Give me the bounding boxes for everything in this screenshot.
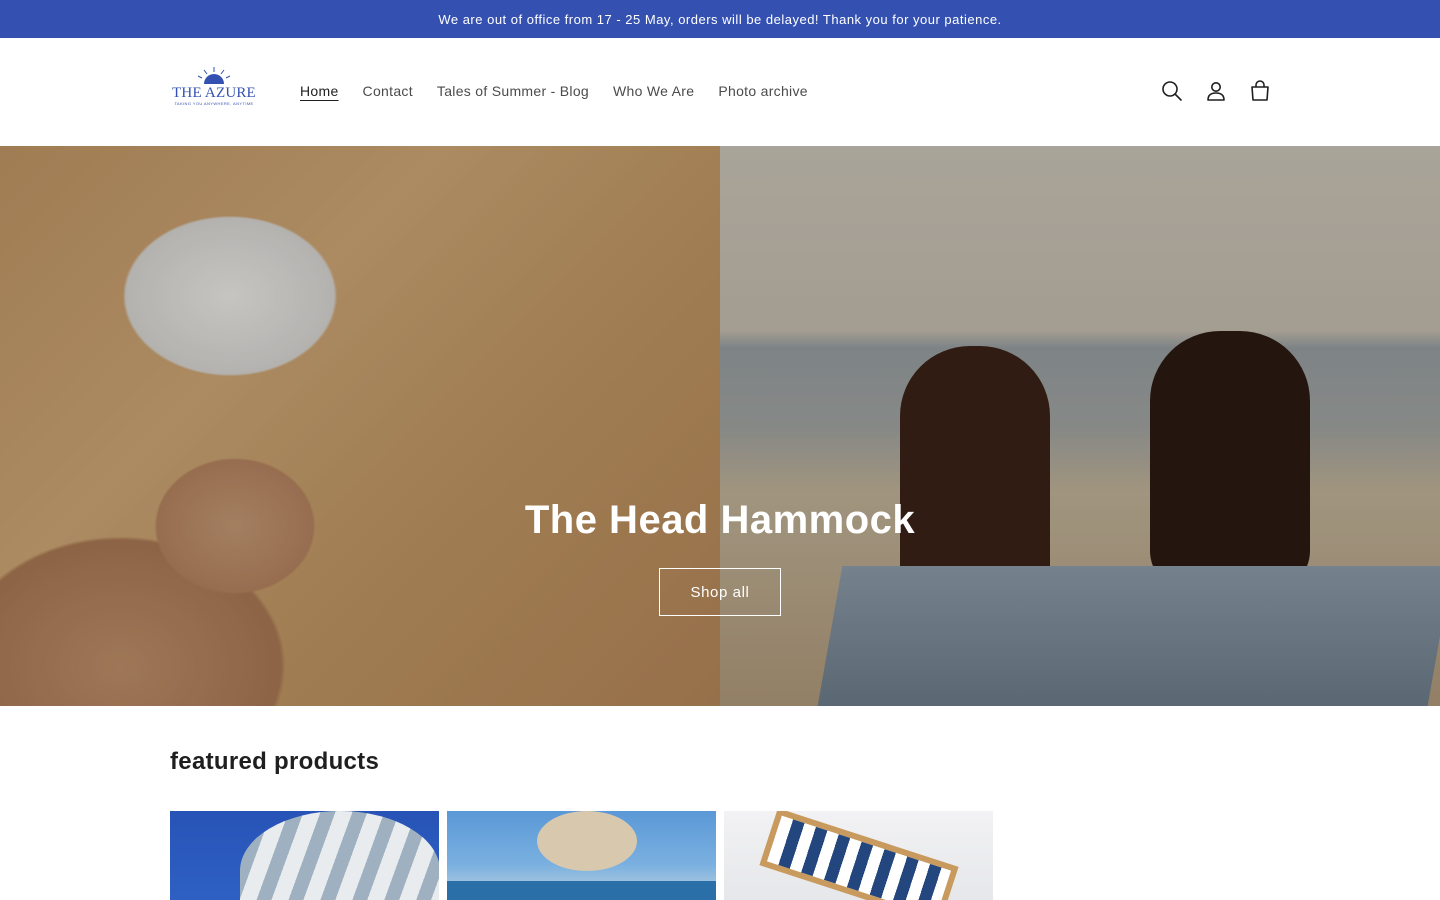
hero-banner: The Head Hammock Shop all: [0, 146, 1440, 706]
nav-item-photo-archive[interactable]: Photo archive: [706, 83, 820, 99]
nav-item-contact[interactable]: Contact: [351, 83, 425, 99]
nav-item-home[interactable]: Home: [288, 83, 351, 99]
product-image: [447, 881, 716, 900]
main-nav: Home Contact Tales of Summer - Blog Who …: [288, 76, 820, 106]
search-icon: [1162, 81, 1182, 101]
shop-all-button[interactable]: Shop all: [659, 568, 781, 616]
announcement-bar: We are out of office from 17 - 25 May, o…: [0, 0, 1440, 38]
announcement-text: We are out of office from 17 - 25 May, o…: [438, 11, 1002, 27]
product-card[interactable]: [724, 811, 993, 900]
account-button[interactable]: [1194, 74, 1238, 108]
product-image: [240, 811, 439, 900]
logo[interactable]: THE AZURE taking you anywhere, anytime: [172, 66, 256, 118]
header-icons: [1150, 74, 1282, 108]
product-card[interactable]: [170, 811, 439, 900]
site-header: THE AZURE taking you anywhere, anytime H…: [0, 38, 1440, 146]
cart-button[interactable]: [1238, 74, 1282, 108]
product-image: [759, 811, 959, 900]
hero-overlay: [0, 146, 1440, 706]
search-button[interactable]: [1150, 74, 1194, 108]
featured-products-title: featured products: [170, 748, 380, 775]
hero-title: The Head Hammock: [524, 498, 916, 542]
account-icon: [1207, 82, 1225, 101]
nav-item-blog[interactable]: Tales of Summer - Blog: [425, 83, 601, 99]
cart-icon: [1251, 80, 1269, 101]
sun-logo-icon: [197, 67, 231, 84]
product-card[interactable]: [447, 811, 716, 900]
nav-item-who-we-are[interactable]: Who We Are: [601, 83, 706, 99]
logo-tagline: taking you anywhere, anytime: [174, 101, 254, 106]
product-image-detail: [537, 811, 637, 871]
logo-name: THE AZURE: [172, 85, 256, 101]
featured-products-grid: [170, 811, 994, 900]
